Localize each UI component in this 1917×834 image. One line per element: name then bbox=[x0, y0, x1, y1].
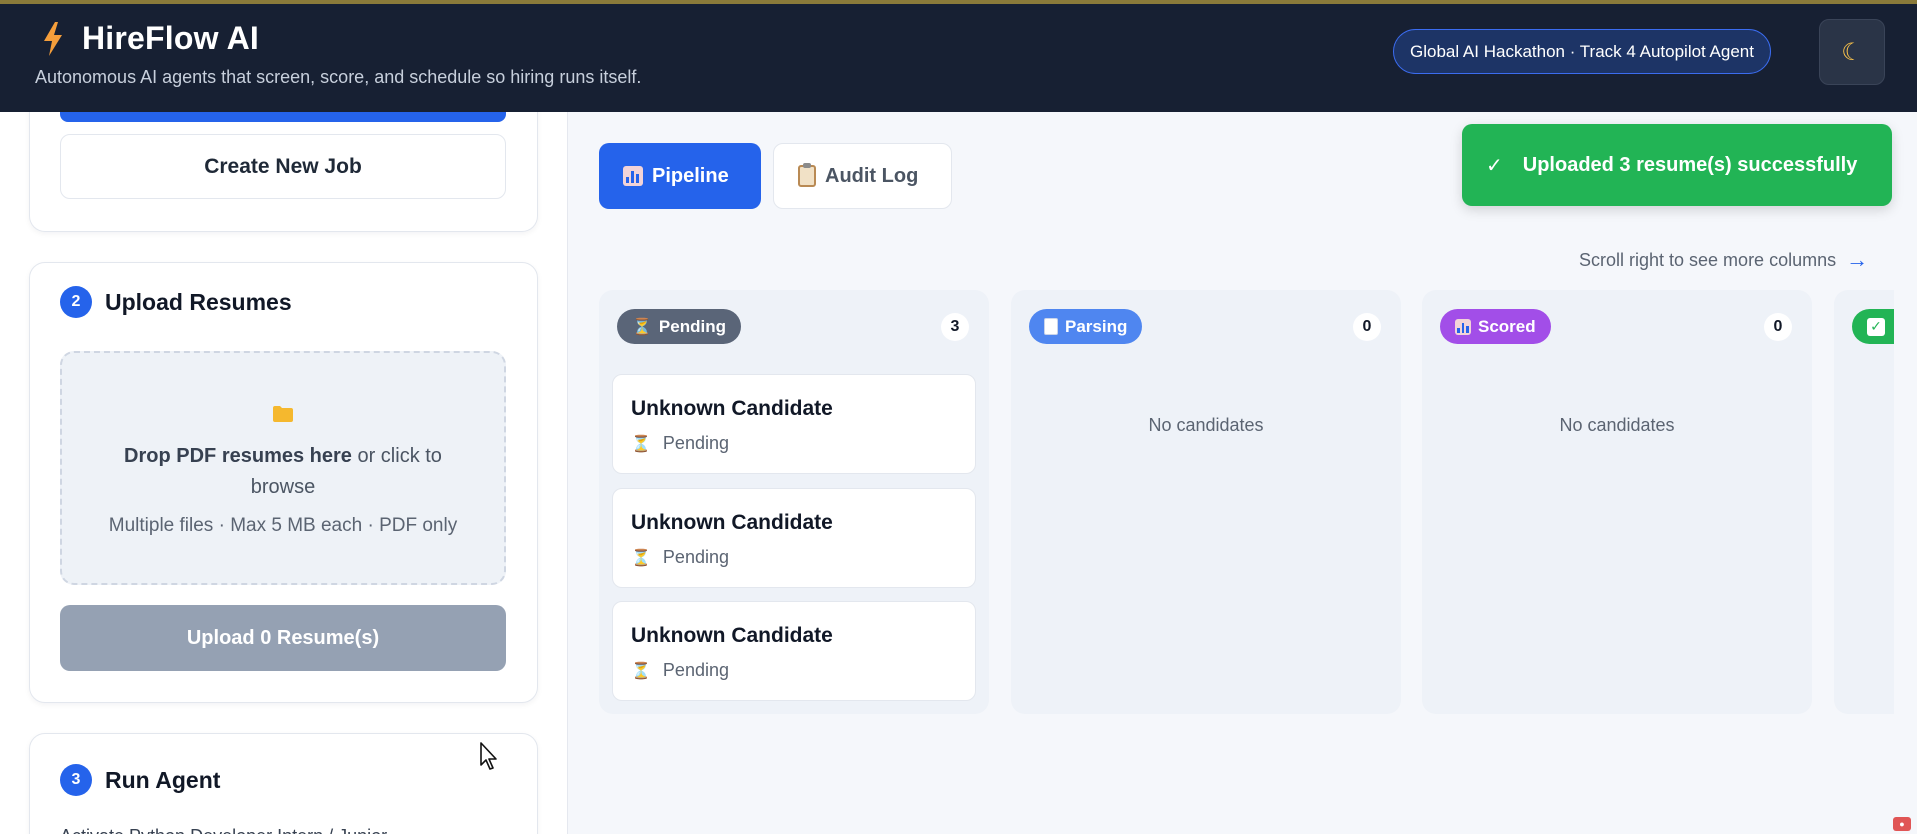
column-badge-partial: ✓ bbox=[1852, 309, 1894, 344]
hourglass-icon: ⏳ bbox=[632, 318, 652, 336]
checkmark-icon: ✓ bbox=[1867, 317, 1885, 336]
candidate-status-text: Pending bbox=[662, 660, 729, 680]
column-parsing: Parsing 0 No candidates bbox=[1011, 290, 1401, 714]
empty-column-message: No candidates bbox=[1148, 415, 1264, 435]
create-job-card: Create New Job bbox=[29, 112, 538, 232]
empty-column-message: No candidates bbox=[1559, 415, 1675, 435]
toast-message: Uploaded 3 resume(s) successfully bbox=[1522, 153, 1858, 176]
success-toast: ✓ Uploaded 3 resume(s) successfully bbox=[1462, 124, 1892, 206]
column-badge-pending: ⏳ Pending bbox=[617, 309, 741, 344]
column-count: 0 bbox=[1764, 313, 1792, 341]
step-number-badge: 3 bbox=[60, 764, 92, 796]
column-count: 3 bbox=[941, 313, 969, 341]
column-badge-scored: Scored bbox=[1440, 309, 1551, 344]
tab-pipeline[interactable]: Pipeline bbox=[599, 143, 761, 209]
create-new-job-button[interactable]: Create New Job bbox=[60, 134, 506, 199]
step-number-badge: 2 bbox=[60, 286, 92, 318]
candidate-status: ⏳ Pending bbox=[631, 547, 729, 568]
app-header: HireFlow AI Autonomous AI agents that sc… bbox=[0, 4, 1917, 112]
theme-toggle-button[interactable]: ☾ bbox=[1819, 19, 1885, 85]
clipboard-icon bbox=[798, 163, 816, 187]
candidate-status: ⏳ Pending bbox=[631, 433, 729, 454]
candidate-status-text: Pending bbox=[662, 433, 729, 453]
candidate-card[interactable]: Unknown Candidate ⏳ Pending bbox=[612, 601, 976, 701]
column-label: Pending bbox=[658, 316, 726, 336]
hourglass-icon: ⏳ bbox=[631, 435, 651, 453]
hourglass-icon: ⏳ bbox=[631, 662, 651, 680]
tab-audit-log-label: Audit Log bbox=[825, 164, 919, 187]
column-badge-parsing: Parsing bbox=[1029, 309, 1143, 344]
bar-chart-icon bbox=[1455, 318, 1471, 335]
upload-step-title: Upload Resumes bbox=[105, 288, 292, 315]
column-label: Scored bbox=[1478, 316, 1536, 336]
scroll-hint-text: Scroll right to see more columns bbox=[1579, 249, 1837, 270]
column-scored: Scored 0 No candidates bbox=[1422, 290, 1812, 714]
run-agent-description: Activate Python Developer Intern / Junio… bbox=[60, 826, 401, 834]
dropzone-instruction-bold: Drop PDF resumes here bbox=[124, 445, 352, 467]
brand: HireFlow AI bbox=[42, 20, 259, 57]
check-icon: ✓ bbox=[1486, 154, 1503, 177]
candidate-name: Unknown Candidate bbox=[631, 511, 833, 534]
main-panel: Pipeline Audit Log Scroll right to see m… bbox=[569, 112, 1917, 834]
recording-indicator-icon: ● bbox=[1893, 817, 1911, 831]
app-title: HireFlow AI bbox=[82, 20, 260, 56]
app-subtitle: Autonomous AI agents that screen, score,… bbox=[35, 67, 642, 87]
dropzone-hint: Multiple files · Max 5 MB each · PDF onl… bbox=[108, 515, 458, 536]
candidate-card[interactable]: Unknown Candidate ⏳ Pending bbox=[612, 488, 976, 588]
arrow-right-icon: → bbox=[1846, 247, 1869, 272]
folder-icon bbox=[62, 403, 504, 429]
column-partial-offscreen: ✓ bbox=[1834, 290, 1894, 714]
tab-audit-log[interactable]: Audit Log bbox=[773, 143, 952, 209]
candidate-status-text: Pending bbox=[662, 547, 729, 567]
candidate-name: Unknown Candidate bbox=[631, 397, 833, 420]
primary-button-partial[interactable] bbox=[60, 112, 506, 122]
column-count: 0 bbox=[1353, 313, 1381, 341]
mouse-cursor-icon bbox=[480, 742, 497, 770]
scroll-hint: Scroll right to see more columns → bbox=[1579, 247, 1868, 273]
column-pending: ⏳ Pending 3 Unknown Candidate ⏳ Pending … bbox=[599, 290, 989, 714]
lightning-bolt-icon bbox=[44, 21, 62, 56]
tab-pipeline-label: Pipeline bbox=[652, 164, 729, 187]
run-step-header: 3 Run Agent bbox=[60, 764, 220, 796]
column-label: Parsing bbox=[1065, 316, 1128, 336]
document-icon bbox=[1044, 318, 1058, 335]
bar-chart-icon bbox=[623, 166, 643, 186]
upload-step-header: 2 Upload Resumes bbox=[60, 286, 292, 318]
candidate-name: Unknown Candidate bbox=[631, 624, 833, 647]
moon-icon: ☾ bbox=[1841, 38, 1863, 66]
run-step-title: Run Agent bbox=[105, 766, 221, 793]
hourglass-icon: ⏳ bbox=[631, 549, 651, 567]
resume-dropzone[interactable]: Drop PDF resumes here or click to browse… bbox=[60, 351, 506, 585]
hackathon-badge: Global AI Hackathon · Track 4 Autopilot … bbox=[1393, 29, 1771, 74]
run-agent-card: 3 Run Agent Activate Python Developer In… bbox=[29, 733, 538, 834]
upload-resumes-button[interactable]: Upload 0 Resume(s) bbox=[60, 605, 506, 671]
sidebar: Create New Job 2 Upload Resumes Drop PDF… bbox=[0, 112, 568, 834]
dropzone-instruction: Drop PDF resumes here or click to browse bbox=[102, 441, 464, 503]
candidate-card[interactable]: Unknown Candidate ⏳ Pending bbox=[612, 374, 976, 474]
candidate-status: ⏳ Pending bbox=[631, 660, 729, 681]
upload-resumes-card: 2 Upload Resumes Drop PDF resumes here o… bbox=[29, 262, 538, 703]
